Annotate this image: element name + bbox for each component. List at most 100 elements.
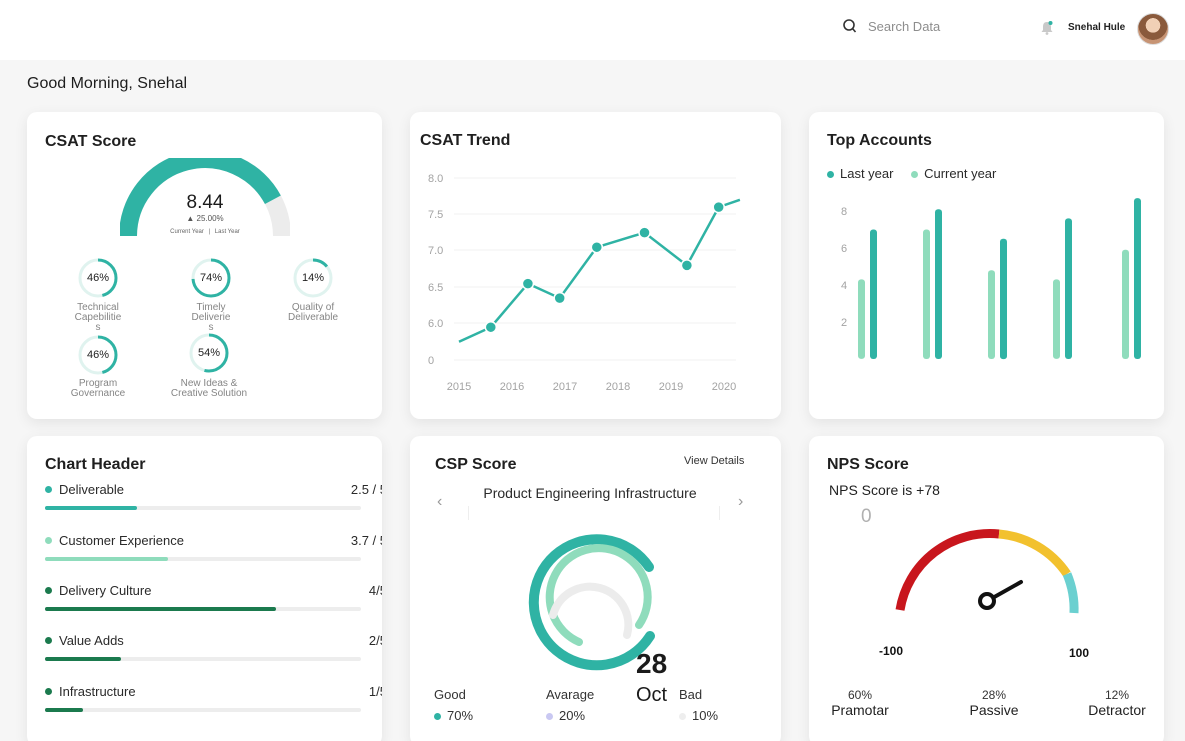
ring-label-line: Governance	[70, 388, 126, 399]
legend-last-year: Last Year	[214, 229, 240, 235]
nps-stat-percent: 28%	[981, 688, 1007, 702]
greeting: Good Morning, Snehal	[27, 75, 188, 92]
csp-stat-percent: 10%	[692, 708, 719, 723]
trend-point[interactable]	[521, 277, 535, 290]
nps-stat-label: Pramotar	[831, 702, 889, 718]
trend-point[interactable]	[712, 200, 725, 214]
y-tick-label: 6	[841, 243, 847, 255]
csp-stat-dot	[546, 713, 553, 721]
bar[interactable]	[1065, 218, 1072, 359]
y-tick-label: 7.5	[428, 209, 443, 221]
ring-label: Timely Deliverie s	[161, 303, 261, 333]
progress-track	[45, 506, 361, 510]
csat-change: ▲ 25.00%	[186, 214, 224, 223]
top-accounts-card: Top Accounts Last year Current year 2468	[809, 112, 1164, 419]
progress-fill	[45, 607, 276, 611]
ring-label-line: s	[95, 322, 101, 333]
nps-score-card: NPS Score NPS Score is +78 0 -100 100 60…	[809, 436, 1164, 741]
row-score: 2/5	[368, 633, 382, 648]
y-tick-label: 2	[841, 317, 847, 329]
csp-stat-value: 70%	[434, 708, 473, 723]
csat-ring: 46%	[76, 333, 120, 377]
row-score: 1/5	[368, 684, 382, 699]
ring-label-line: Deliverable	[287, 312, 339, 323]
legend-separator: |	[208, 229, 211, 235]
user-name[interactable]: Snehal Hule	[1068, 22, 1125, 33]
y-tick-label: 0	[428, 355, 434, 367]
csat-trend-chart: 0 6.0 6.5 7.0 7.5 8.0 2015 2016 2017 2018 2019 2020	[428, 173, 741, 393]
csp-stat-dot	[679, 713, 686, 721]
row-score: 2.5 / 5	[350, 482, 382, 497]
y-tick-label: 8.0	[428, 173, 443, 185]
row-dot	[45, 486, 52, 493]
nps-yellow-segment	[998, 529, 1071, 577]
csp-day: 28	[636, 648, 668, 679]
progress-track	[45, 557, 361, 561]
bar[interactable]	[870, 229, 877, 360]
row-label: Delivery Culture	[59, 583, 152, 598]
trend-line	[458, 198, 741, 343]
trend-point[interactable]	[680, 259, 694, 272]
nps-subtitle: NPS Score is +78	[829, 482, 940, 498]
row-dot	[45, 587, 52, 594]
top-bar: Snehal Hule	[0, 0, 1185, 60]
csat-ring: 46%	[76, 256, 120, 300]
progress-track	[45, 708, 361, 712]
csp-month: Oct	[636, 684, 668, 706]
ring-value: 46%	[86, 349, 110, 361]
y-tick-label: 7.0	[428, 245, 443, 257]
csp-stat-label: Bad	[679, 687, 703, 702]
nps-stat-percent: 60%	[847, 688, 873, 702]
bar[interactable]	[988, 270, 995, 359]
ring-label: Quality of Deliverable	[263, 303, 363, 323]
row-dot	[45, 688, 52, 695]
nps-cyan-segment	[1062, 572, 1079, 614]
x-tick-label: 2020	[712, 381, 736, 393]
card-title: CSAT Score	[45, 133, 137, 150]
bar[interactable]	[1053, 279, 1060, 359]
progress-fill	[45, 557, 169, 561]
nps-gauge	[895, 529, 1079, 614]
trend-point[interactable]	[590, 240, 604, 254]
card-title: NPS Score	[827, 456, 909, 473]
nps-needle-hub	[978, 592, 996, 610]
x-tick-label: 2018	[606, 381, 630, 393]
trend-point[interactable]	[553, 291, 566, 305]
x-tick-label: 2015	[447, 381, 471, 393]
row-score: 3.7 / 5	[350, 533, 382, 548]
trend-point[interactable]	[638, 226, 651, 239]
card-title: Chart Header	[45, 456, 146, 473]
bar[interactable]	[858, 279, 865, 359]
csp-stat-percent: 70%	[447, 708, 474, 723]
ring-label-line: Creative Solution	[170, 388, 248, 399]
csat-value: 8.44	[186, 192, 224, 213]
bar[interactable]	[1000, 238, 1007, 360]
bar[interactable]	[935, 209, 942, 359]
csat-ring: 74%	[189, 256, 233, 300]
ring-label: Technical Capebilitie s	[48, 303, 148, 333]
user-avatar[interactable]	[1137, 13, 1169, 45]
x-tick-label: 2017	[553, 381, 577, 393]
y-tick-label: 4	[841, 280, 847, 292]
search-input[interactable]	[868, 18, 988, 34]
csat-trend-card: CSAT Trend 0 6.0 6.5 7.0 7.5 8.0 2015 2016 2017 2…	[410, 112, 781, 419]
bell-icon[interactable]	[1040, 20, 1054, 36]
bar[interactable]	[1122, 249, 1129, 359]
row-dot	[45, 637, 52, 644]
ring-value: 46%	[86, 272, 110, 284]
search-icon[interactable]	[842, 18, 858, 34]
csp-score-card: CSP Score View Details ‹ Product Enginee…	[410, 436, 781, 741]
trend-point[interactable]	[484, 320, 498, 334]
x-tick-label: 2016	[500, 381, 524, 393]
bar[interactable]	[1134, 198, 1141, 359]
search-box[interactable]	[842, 18, 988, 34]
csat-ring: 54%	[187, 331, 231, 375]
bar[interactable]	[923, 229, 930, 360]
ring-label: New Ideas & Creative Solution	[159, 379, 259, 399]
csp-stat-label: Avarage	[546, 687, 595, 702]
nps-stat: 28% Passive	[959, 688, 1029, 718]
row-label: Infrastructure	[59, 684, 136, 699]
csp-stat-value: 20%	[546, 708, 585, 723]
csp-stat-label: Good	[434, 687, 466, 702]
ring-value: 54%	[197, 347, 221, 359]
